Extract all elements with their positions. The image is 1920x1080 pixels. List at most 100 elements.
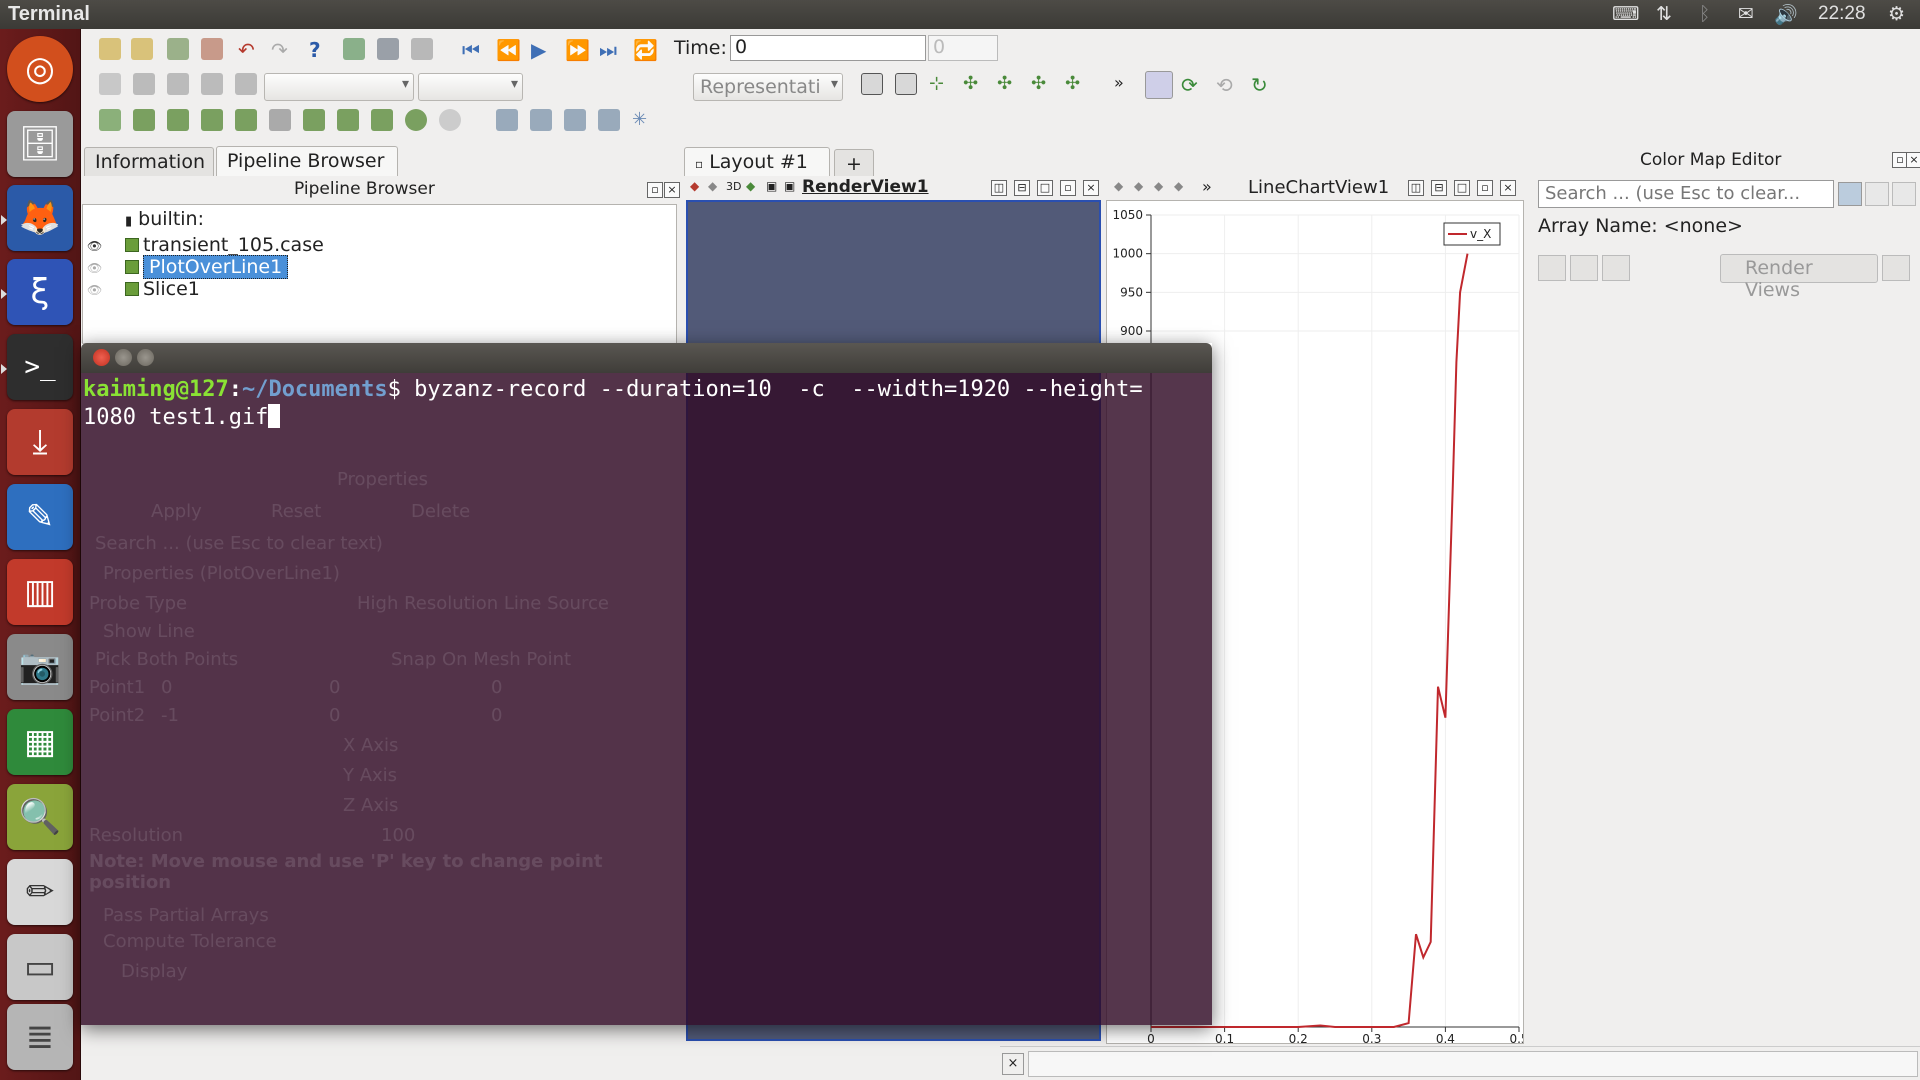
redo-icon[interactable]: ↷	[271, 38, 293, 62]
render-view-title[interactable]: RenderView1	[802, 177, 929, 197]
capture-icon[interactable]: ◆	[690, 179, 699, 193]
plot-icon[interactable]	[530, 109, 552, 131]
installer-icon[interactable]: ⤓	[7, 409, 73, 475]
render-views-button[interactable]: Render Views	[1720, 254, 1878, 301]
split-horizontal-icon[interactable]: ◫	[1408, 180, 1424, 196]
orientation-axes-icon[interactable]	[1145, 71, 1173, 99]
float-panel-icon[interactable]: ▫	[647, 182, 663, 198]
save-state-icon[interactable]	[201, 38, 223, 60]
drive-stack-icon[interactable]: ≣	[7, 1004, 73, 1070]
view-minus-y-icon[interactable]: ✣	[1065, 73, 1087, 95]
split-horizontal-icon[interactable]: ◫	[991, 180, 1007, 196]
reset-camera-icon[interactable]	[133, 73, 155, 95]
python-icon[interactable]	[496, 109, 518, 131]
clip-icon[interactable]	[167, 109, 189, 131]
view-plus-x-icon[interactable]: ✣	[963, 73, 985, 95]
maximize-view-icon[interactable]: □	[1454, 180, 1470, 196]
split-vertical-icon[interactable]: ⊟	[1014, 180, 1030, 196]
extract-level-icon[interactable]	[439, 109, 461, 131]
tree-item-slice[interactable]: Slice1	[125, 278, 200, 302]
firefox-icon[interactable]: 🦊	[7, 185, 73, 251]
view-minus-x-icon[interactable]: ✣	[997, 73, 1019, 95]
terminal-body[interactable]: Properties Apply Reset Delete Search ...…	[81, 373, 1212, 1025]
calc-icon[interactable]: ▦	[7, 709, 73, 775]
color-map-search-input[interactable]: Search ... (use Esc to clear...	[1538, 180, 1834, 208]
terminal-icon[interactable]: >_	[7, 334, 73, 400]
stream-tracer-icon[interactable]	[337, 109, 359, 131]
advanced-gear-icon[interactable]	[1838, 182, 1862, 206]
terminal-titlebar[interactable]	[81, 343, 1212, 373]
view-plus-y-icon[interactable]: ✣	[1031, 73, 1053, 95]
more-icon[interactable]: »	[1202, 177, 1212, 196]
calc-filter-icon[interactable]	[99, 73, 121, 95]
mail-icon[interactable]: ✉	[1738, 3, 1754, 25]
restore-view-icon[interactable]: ▫	[1477, 180, 1493, 196]
scalar-range-icon[interactable]	[235, 73, 257, 95]
refresh-icon[interactable]: ↻	[1251, 73, 1273, 97]
extract-subset-icon[interactable]	[269, 109, 291, 131]
help-icon[interactable]: ?	[309, 38, 331, 62]
camera-icon[interactable]: ◆	[746, 179, 755, 193]
close-view-icon[interactable]: ×	[1083, 180, 1099, 196]
macro-icon[interactable]	[411, 38, 433, 60]
selection-icon[interactable]: ◆	[1134, 179, 1143, 193]
add-layout-tab[interactable]: +	[834, 149, 874, 178]
first-frame-icon[interactable]: ⏮	[462, 38, 484, 62]
play-icon[interactable]: ▶	[531, 38, 553, 62]
star-icon[interactable]: ✳	[632, 109, 654, 131]
select-points-icon[interactable]: ▣	[784, 179, 795, 193]
tree-item-builtin[interactable]: ▮ builtin:	[125, 208, 204, 232]
last-frame-icon[interactable]: ⏭	[599, 38, 621, 62]
keyboard-icon[interactable]: ⌨	[1612, 3, 1639, 25]
volume-icon[interactable]: 🔊	[1774, 3, 1798, 26]
close-panel-icon[interactable]: ×	[664, 182, 680, 198]
load-state-icon[interactable]	[167, 38, 189, 60]
previous-frame-icon[interactable]: ⏪	[496, 38, 521, 62]
contour-icon[interactable]	[133, 109, 155, 131]
color-array-combo[interactable]	[264, 73, 414, 101]
reset-view-icon[interactable]	[861, 73, 883, 95]
more-icon[interactable]: »	[1114, 73, 1136, 95]
rescale-icon[interactable]	[1538, 255, 1566, 281]
camera-link-icon[interactable]	[598, 109, 620, 131]
close-window-icon[interactable]	[93, 349, 110, 366]
capture-icon[interactable]: ◆	[1114, 179, 1123, 193]
bluetooth-icon[interactable]: ᛒ	[1699, 3, 1710, 25]
paraview-icon[interactable]: ξ	[7, 259, 73, 325]
undo-icon[interactable]: ↶	[238, 38, 260, 62]
zoom-data-icon[interactable]	[167, 73, 189, 95]
disconnect-icon[interactable]	[377, 38, 399, 60]
rescale-custom-icon[interactable]	[1570, 255, 1598, 281]
pick-center-icon[interactable]: ⊹	[929, 73, 951, 95]
camera-icon[interactable]: 📷	[7, 634, 73, 700]
select-points-icon[interactable]: ◆	[1174, 179, 1183, 193]
clock[interactable]: 22:28	[1818, 3, 1866, 25]
auto-apply-icon[interactable]	[1882, 255, 1910, 281]
glyph-icon[interactable]	[303, 109, 325, 131]
rescale-visible-icon[interactable]	[1602, 255, 1630, 281]
time-input[interactable]: 0	[730, 35, 926, 61]
connect-icon[interactable]	[343, 38, 365, 60]
select-icon[interactable]: ▣	[766, 179, 777, 193]
loop-icon[interactable]: 🔁	[633, 38, 658, 62]
split-vertical-icon[interactable]: ⊟	[1431, 180, 1447, 196]
zoom-box-icon[interactable]	[895, 73, 917, 95]
tab-layout-1[interactable]: ▫ Layout #1 ×	[684, 147, 830, 194]
tree-item-plotoverline[interactable]: PlotOverLine1	[125, 255, 289, 280]
maximize-window-icon[interactable]	[137, 349, 154, 366]
close-progress-icon[interactable]: ×	[1002, 1053, 1024, 1075]
close-view-icon[interactable]: ×	[1500, 180, 1516, 196]
timestep-spinbox[interactable]: 0	[928, 35, 998, 61]
tab-information[interactable]: Information	[84, 147, 214, 176]
recent-icon[interactable]	[131, 38, 153, 60]
drive-icon[interactable]: ▭	[7, 934, 73, 1000]
open-icon[interactable]	[99, 38, 121, 60]
visibility-eye-icon[interactable]: 👁	[87, 239, 102, 253]
save-preset-icon[interactable]	[1865, 182, 1889, 206]
gear-icon[interactable]: ⚙	[1888, 3, 1905, 25]
rotate-icon[interactable]	[201, 73, 223, 95]
terminal-window[interactable]: Properties Apply Reset Delete Search ...…	[81, 343, 1212, 1025]
close-panel-icon[interactable]: ×	[1906, 152, 1920, 168]
minimize-window-icon[interactable]	[115, 349, 132, 366]
rotate-back-icon[interactable]: ⟲	[1216, 73, 1238, 97]
